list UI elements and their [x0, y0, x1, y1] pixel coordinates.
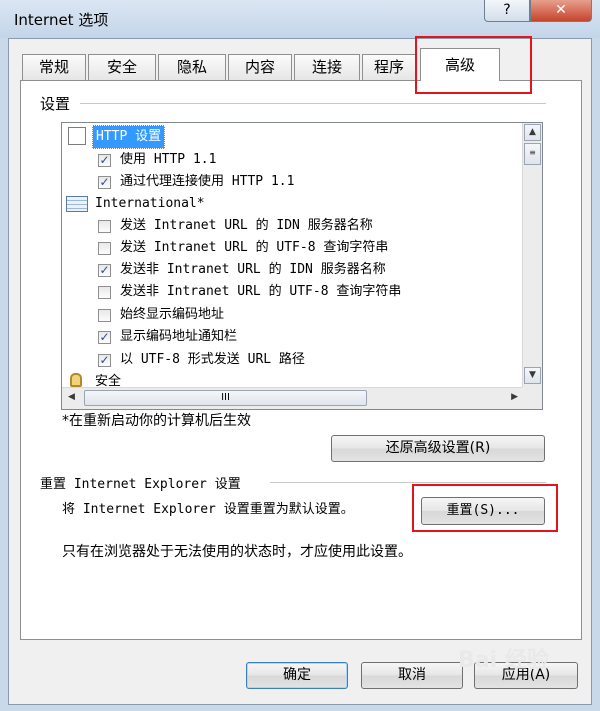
title-bar: Internet 选项 ? ✕	[0, 0, 600, 38]
reset-group-divider	[270, 482, 546, 483]
checkbox-show-encoded-bar[interactable]: ✓	[98, 331, 111, 344]
vertical-scrollbar[interactable]: ▲ ≡ ▼	[522, 123, 542, 387]
lock-icon	[70, 373, 82, 387]
tab-content[interactable]: 内容	[228, 54, 292, 80]
scroll-right-icon[interactable]: ▶	[511, 392, 518, 402]
checkbox-http11-proxy[interactable]: ✓	[98, 176, 111, 189]
horizontal-scrollbar[interactable]: ◀ III ▶	[62, 387, 524, 409]
setting-non-intranet-utf8: 发送非 Intranet URL 的 UTF-8 查询字符串	[120, 284, 402, 299]
international-icon	[66, 196, 88, 212]
settings-category-international[interactable]: International*	[95, 193, 205, 215]
reset-description: 将 Internet Explorer 设置重置为默认设置。	[62, 502, 354, 517]
setting-intranet-idn: 发送 Intranet URL 的 IDN 服务器名称	[120, 218, 373, 233]
settings-group-divider	[80, 103, 546, 104]
setting-always-show-encoded: 始终显示编码地址	[120, 307, 225, 322]
page-icon	[68, 127, 86, 145]
checkbox-non-intranet-utf8[interactable]	[98, 286, 111, 299]
tab-general[interactable]: 常规	[22, 54, 86, 80]
ok-button[interactable]: 确定	[246, 662, 348, 689]
scroll-corner	[522, 387, 542, 409]
tab-connections[interactable]: 连接	[294, 54, 360, 80]
restore-advanced-button[interactable]: 还原高级设置(R)	[331, 435, 545, 462]
checkbox-intranet-utf8[interactable]	[98, 242, 111, 255]
checkbox-always-show-encoded[interactable]	[98, 309, 111, 322]
scroll-down-icon[interactable]: ▼	[524, 367, 541, 384]
checkbox-intranet-idn[interactable]	[98, 220, 111, 233]
setting-show-encoded-bar: 显示编码地址通知栏	[120, 329, 238, 344]
setting-http11-proxy: 通过代理连接使用 HTTP 1.1	[120, 174, 295, 189]
tab-advanced-highlight	[415, 36, 532, 94]
settings-list[interactable]: HTTP 设置 ✓ 使用 HTTP 1.1 ✓ 通过代理连接使用 HTTP 1.…	[61, 122, 543, 410]
checkbox-utf8-url-path[interactable]: ✓	[98, 354, 111, 367]
setting-non-intranet-idn: 发送非 Intranet URL 的 IDN 服务器名称	[120, 262, 386, 277]
tab-programs[interactable]: 程序	[362, 54, 416, 80]
cancel-button[interactable]: 取消	[361, 662, 463, 689]
restart-note: *在重新启动你的计算机后生效	[62, 413, 251, 429]
close-button[interactable]: ✕	[530, 0, 592, 22]
setting-use-http11: 使用 HTTP 1.1	[120, 152, 217, 167]
help-button[interactable]: ?	[484, 0, 530, 22]
settings-category-http[interactable]: HTTP 设置	[92, 125, 166, 149]
window-title: Internet 选项	[14, 11, 109, 29]
settings-group-label: 设置	[40, 95, 71, 113]
checkbox-use-http11[interactable]: ✓	[98, 154, 111, 167]
scroll-left-icon[interactable]: ◀	[68, 392, 75, 402]
tab-security[interactable]: 安全	[88, 54, 156, 80]
reset-button-highlight	[412, 484, 558, 532]
checkbox-non-intranet-idn[interactable]: ✓	[98, 264, 111, 277]
tab-privacy[interactable]: 隐私	[158, 54, 226, 80]
reset-note: 只有在浏览器处于无法使用的状态时，才应使用此设置。	[62, 544, 412, 560]
scroll-up-icon[interactable]: ▲	[524, 124, 541, 141]
scroll-thumb-vertical[interactable]: ≡	[524, 143, 541, 165]
reset-group-label: 重置 Internet Explorer 设置	[40, 477, 241, 492]
setting-intranet-utf8: 发送 Intranet URL 的 UTF-8 查询字符串	[120, 240, 389, 255]
apply-button[interactable]: 应用(A)	[474, 662, 578, 689]
setting-utf8-url-path: 以 UTF-8 形式发送 URL 路径	[120, 352, 305, 367]
scroll-thumb-horizontal[interactable]: III	[84, 390, 367, 406]
